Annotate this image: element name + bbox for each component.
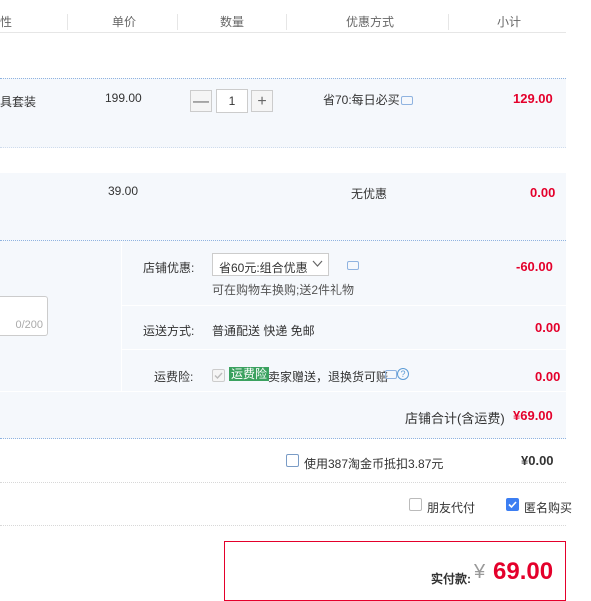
shop-total-value: ¥69.00 — [513, 408, 553, 423]
header-divider — [177, 14, 178, 30]
payment-summary: 实付款: ¥ 69.00 — [224, 541, 566, 601]
discount-label: 店铺优惠: — [143, 261, 195, 275]
discount-select-value: 省60元:组合优惠 — [219, 261, 308, 275]
item-promo: 省70:每日必买 — [323, 93, 400, 107]
check-icon — [508, 501, 517, 509]
chat-icon[interactable] — [347, 261, 359, 270]
divider — [0, 482, 566, 484]
discount-select[interactable]: 省60元:组合优惠 — [212, 253, 329, 276]
friend-pay-checkbox[interactable] — [409, 498, 422, 511]
header-name: 性 — [0, 15, 13, 29]
shipping-label: 运送方式: — [143, 324, 195, 338]
table-row: 具套装 199.00 — 1 + 省70:每日必买 129.00 — [0, 78, 566, 148]
chevron-down-icon — [312, 260, 323, 267]
shipping-value: 普通配送 快递 免邮 — [212, 324, 315, 338]
header-price: 单价 — [112, 15, 137, 29]
divider — [0, 525, 566, 527]
chat-icon[interactable] — [385, 370, 397, 379]
item-subtotal: 129.00 — [513, 91, 553, 106]
item-price: 39.00 — [108, 184, 139, 198]
message-counter: 0/200 — [15, 319, 43, 331]
insurance-label: 运费险: — [154, 370, 194, 384]
pay-amount: 69.00 — [493, 558, 554, 585]
chat-icon[interactable] — [401, 96, 413, 105]
anonymous-label: 匿名购买 — [524, 501, 573, 515]
header-divider — [286, 14, 287, 30]
insurance-badge: 运费险 — [229, 367, 270, 381]
header-divider — [67, 14, 68, 30]
insurance-price: 0.00 — [535, 369, 561, 384]
item-name: 具套装 — [0, 95, 37, 109]
anonymous-checkbox[interactable] — [506, 498, 519, 511]
item-subtotal: 0.00 — [530, 185, 556, 200]
section-divider — [121, 241, 122, 391]
item-price: 199.00 — [105, 91, 142, 105]
pay-label: 实付款: — [431, 572, 471, 586]
insurance-checkbox[interactable] — [212, 369, 225, 382]
header-qty: 数量 — [220, 15, 245, 29]
section-divider — [122, 305, 566, 306]
table-header: 性 单价 数量 优惠方式 小计 — [0, 0, 566, 33]
insurance-text: 卖家赠送，退换货可赔 — [268, 370, 389, 384]
discount-value: -60.00 — [516, 259, 553, 274]
header-promo: 优惠方式 — [346, 15, 395, 29]
section-divider — [0, 391, 566, 392]
qty-increase-button[interactable]: + — [251, 90, 273, 112]
header-subtotal: 小计 — [497, 15, 522, 29]
header-divider — [448, 14, 449, 30]
check-icon — [214, 372, 223, 380]
coins-value: ¥0.00 — [521, 453, 554, 468]
table-row: 39.00 无优惠 0.00 — [0, 173, 566, 241]
coins-checkbox[interactable] — [286, 454, 299, 467]
message-textarea[interactable]: 0/200 — [0, 296, 48, 336]
section-divider — [122, 349, 566, 350]
qty-decrease-button[interactable]: — — [190, 90, 212, 112]
discount-note: 可在购物车换购;送2件礼物 — [212, 283, 355, 297]
qty-input[interactable]: 1 — [216, 89, 248, 113]
pay-currency: ¥ — [474, 561, 486, 583]
item-promo: 无优惠 — [351, 187, 388, 201]
coins-label: 使用387淘金币抵扣3.87元 — [304, 457, 444, 471]
shop-total-label: 店铺合计(含运费) — [405, 411, 505, 426]
shipping-price: 0.00 — [535, 320, 561, 335]
friend-pay-label: 朋友代付 — [427, 501, 476, 515]
help-icon[interactable]: ? — [397, 368, 409, 380]
